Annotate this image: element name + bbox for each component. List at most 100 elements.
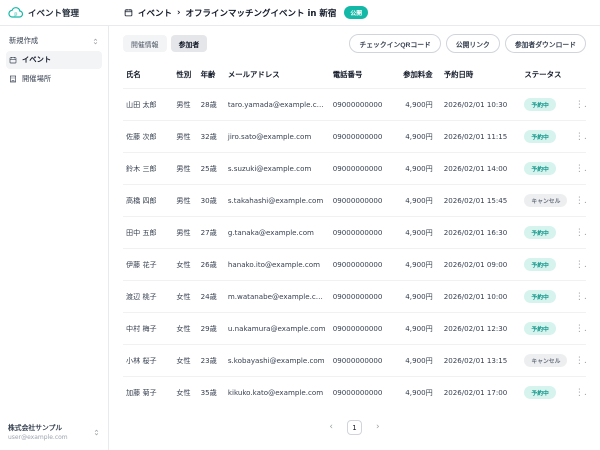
page-number[interactable]: 1 [347, 420, 362, 435]
status-badge: 予約中 [524, 258, 555, 271]
table-header-row: 氏名 性別 年齢 メールアドレス 電話番号 参加料金 予約日時 ステータス [123, 61, 586, 89]
cell-age: 23歳 [198, 345, 225, 377]
table-row: 山田 太郎男性28歳taro.yamada@example.com0900000… [123, 89, 586, 121]
cell-gender: 女性 [173, 345, 197, 377]
breadcrumb-section[interactable]: イベント [138, 7, 172, 19]
cell-name: 伊藤 花子 [123, 249, 173, 281]
sidebar-item-events[interactable]: イベント [6, 51, 102, 69]
sidebar-top: 新規作成 イベント [6, 32, 102, 88]
kebab-menu-icon[interactable]: ⋮ [572, 217, 586, 249]
account-info: 株式会社サンプル user@example.com [8, 423, 68, 442]
cell-phone: 09000000000 [330, 377, 397, 409]
cell-phone: 09000000000 [330, 345, 397, 377]
cell-reserved-at: 2026/02/01 11:15 [441, 121, 522, 153]
sidebar-item-new[interactable]: 新規作成 [6, 32, 102, 50]
col-actions [572, 61, 586, 89]
checkin-qr-button[interactable]: チェックインQRコード [349, 34, 440, 53]
account-switcher[interactable]: 株式会社サンプル user@example.com [6, 423, 102, 442]
cell-gender: 男性 [173, 89, 197, 121]
cell-reserved-at: 2026/02/01 10:30 [441, 89, 522, 121]
cell-status: キャンセル [521, 345, 571, 377]
cell-name: 佐藤 次郎 [123, 121, 173, 153]
kebab-menu-icon[interactable]: ⋮ [572, 121, 586, 153]
table-header: 氏名 性別 年齢 メールアドレス 電話番号 参加料金 予約日時 ステータス [123, 61, 586, 89]
kebab-menu-icon[interactable]: ⋮ [572, 377, 586, 409]
tab-participants[interactable]: 参加者 [171, 35, 208, 52]
table-row: 加藤 菊子女性35歳kikuko.kato@example.com0900000… [123, 377, 586, 409]
kebab-menu-icon[interactable]: ⋮ [572, 345, 586, 377]
cell-age: 35歳 [198, 377, 225, 409]
cell-email: jiro.sato@example.com [225, 121, 330, 153]
table-row: 中村 梅子女性29歳u.nakamura@example.com09000000… [123, 313, 586, 345]
main-content: 開催情報 参加者 チェックインQRコード 公開リンク 参加者ダウンロード [109, 26, 600, 450]
table-row: 佐藤 次郎男性32歳jiro.sato@example.com090000000… [123, 121, 586, 153]
cell-email: g.tanaka@example.com [225, 217, 330, 249]
cell-email: taro.yamada@example.com [225, 89, 330, 121]
cell-reserved-at: 2026/02/01 17:00 [441, 377, 522, 409]
col-status: ステータス [521, 61, 571, 89]
status-badge: キャンセル [524, 354, 567, 367]
cell-gender: 男性 [173, 121, 197, 153]
cell-phone: 09000000000 [330, 185, 397, 217]
cell-name: 田中 五郎 [123, 217, 173, 249]
kebab-menu-icon[interactable]: ⋮ [572, 281, 586, 313]
prev-page-icon[interactable]: ‹ [325, 421, 337, 434]
cell-age: 28歳 [198, 89, 225, 121]
download-participants-button[interactable]: 参加者ダウンロード [505, 34, 586, 53]
kebab-menu-icon[interactable]: ⋮ [572, 153, 586, 185]
cell-status: 予約中 [521, 121, 571, 153]
col-email: メールアドレス [225, 61, 330, 89]
cloud-logo-icon: p [8, 7, 24, 19]
cell-gender: 男性 [173, 185, 197, 217]
cell-email: s.takahashi@example.com [225, 185, 330, 217]
kebab-menu-icon[interactable]: ⋮ [572, 249, 586, 281]
cell-fee: 4,900円 [396, 185, 440, 217]
cell-phone: 09000000000 [330, 249, 397, 281]
cell-reserved-at: 2026/02/01 16:30 [441, 217, 522, 249]
cell-reserved-at: 2026/02/01 15:45 [441, 185, 522, 217]
cell-name: 山田 太郎 [123, 89, 173, 121]
cell-name: 小林 桜子 [123, 345, 173, 377]
cell-email: u.nakamura@example.com [225, 313, 330, 345]
cell-status: キャンセル [521, 185, 571, 217]
col-fee: 参加料金 [396, 61, 440, 89]
status-badge: 予約中 [524, 162, 555, 175]
cell-reserved-at: 2026/02/01 12:30 [441, 313, 522, 345]
status-badge: 予約中 [524, 226, 555, 239]
company-name: 株式会社サンプル [8, 423, 68, 433]
table-row: 田中 五郎男性27歳g.tanaka@example.com0900000000… [123, 217, 586, 249]
pagination: ‹ 1 › [123, 420, 586, 435]
status-badge: 予約中 [524, 290, 555, 303]
tab-event-info[interactable]: 開催情報 [123, 35, 167, 52]
cell-gender: 女性 [173, 377, 197, 409]
cell-name: 高橋 四郎 [123, 185, 173, 217]
cell-status: 予約中 [521, 153, 571, 185]
participants-table: 氏名 性別 年齢 メールアドレス 電話番号 参加料金 予約日時 ステータス 山田… [123, 61, 586, 408]
cell-fee: 4,900円 [396, 281, 440, 313]
next-page-icon[interactable]: › [372, 421, 384, 434]
top-bar: p イベント管理 イベント › オフラインマッチングイベント in 新宿 公開 [0, 0, 600, 26]
toolbar: 開催情報 参加者 チェックインQRコード 公開リンク 参加者ダウンロード [123, 34, 586, 53]
user-email: user@example.com [8, 434, 68, 442]
kebab-menu-icon[interactable]: ⋮ [572, 89, 586, 121]
cell-phone: 09000000000 [330, 153, 397, 185]
col-name: 氏名 [123, 61, 173, 89]
kebab-menu-icon[interactable]: ⋮ [572, 313, 586, 345]
public-link-button[interactable]: 公開リンク [446, 34, 500, 53]
cell-phone: 09000000000 [330, 89, 397, 121]
cell-age: 26歳 [198, 249, 225, 281]
cell-phone: 09000000000 [330, 121, 397, 153]
sidebar-item-venues[interactable]: 開催場所 [6, 70, 102, 88]
cell-fee: 4,900円 [396, 121, 440, 153]
cell-status: 予約中 [521, 313, 571, 345]
cell-fee: 4,900円 [396, 89, 440, 121]
status-badge: 予約中 [524, 98, 555, 111]
cell-email: hanako.ito@example.com [225, 249, 330, 281]
cell-fee: 4,900円 [396, 217, 440, 249]
cell-phone: 09000000000 [330, 217, 397, 249]
building-icon [9, 75, 17, 83]
sidebar-item-label: イベント [22, 55, 51, 65]
brand: p イベント管理 [0, 7, 109, 19]
kebab-menu-icon[interactable]: ⋮ [572, 185, 586, 217]
cell-status: 予約中 [521, 281, 571, 313]
